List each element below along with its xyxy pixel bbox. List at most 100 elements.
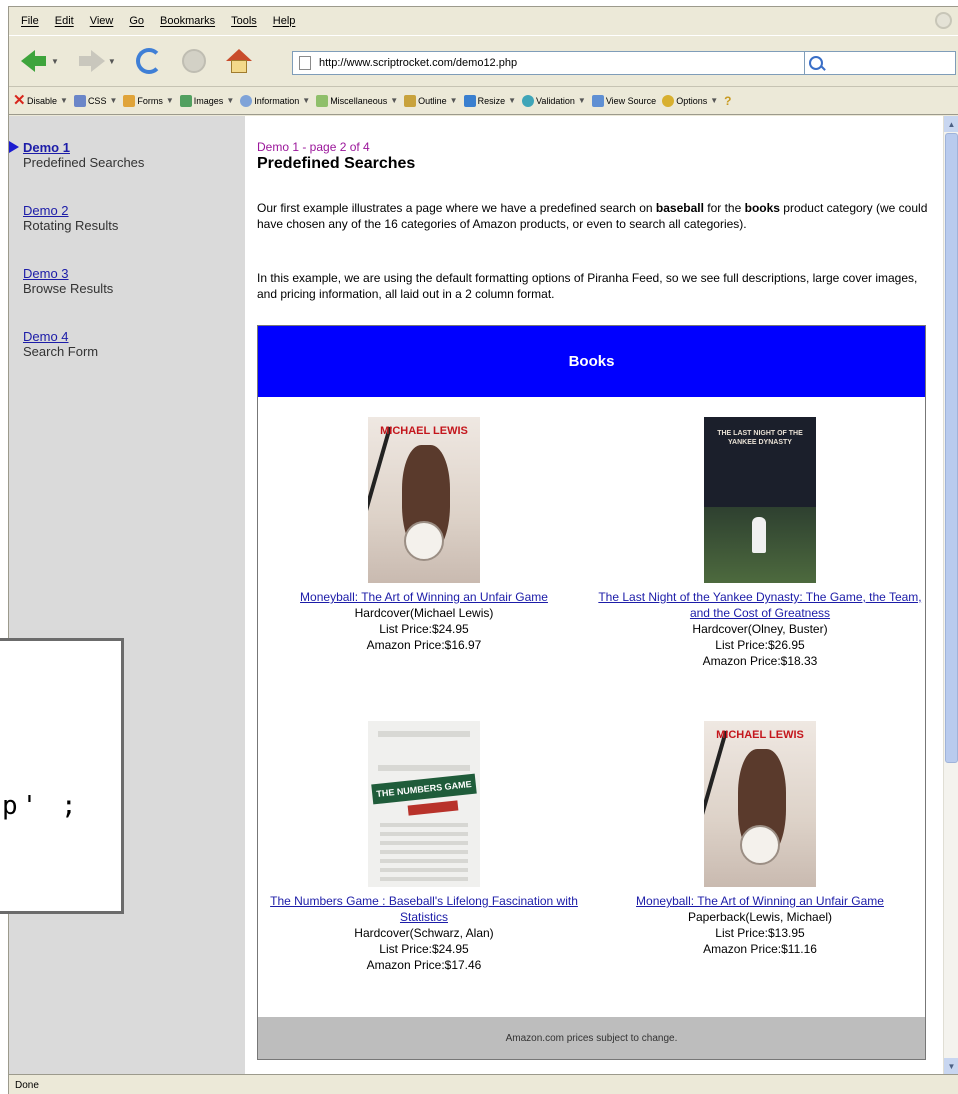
- product-binding: Paperback(Lewis, Michael): [687, 910, 833, 924]
- reload-icon: [135, 48, 162, 74]
- sidebar-item-title[interactable]: Demo 3: [23, 266, 245, 281]
- product-card: THE NUMBERS GAME The Numbers Game : Base…: [258, 721, 590, 973]
- dev-validation-button[interactable]: Validation ▼: [522, 94, 586, 107]
- menu-tools[interactable]: Tools: [223, 15, 265, 27]
- sidebar-item-demo-2[interactable]: Demo 2 Rotating Results: [23, 203, 245, 234]
- product-card: MICHAEL LEWIS Moneyball: The Art of Winn…: [594, 721, 926, 957]
- sidebar-item-desc: Search Form: [23, 344, 99, 359]
- stop-icon: [181, 49, 206, 73]
- product-binding: Hardcover(Olney, Buster): [692, 622, 828, 636]
- home-icon: [225, 49, 252, 73]
- forward-button[interactable]: ▼: [78, 50, 116, 72]
- stop-button[interactable]: [181, 49, 206, 73]
- menu-go[interactable]: Go: [121, 15, 152, 27]
- css-icon: [73, 94, 86, 107]
- sidebar: Demo 1 Predefined Searches Demo 2 Rotati…: [9, 116, 245, 1074]
- product-amazon-price: Amazon Price:$18.33: [702, 654, 818, 668]
- scroll-down-icon[interactable]: ▼: [944, 1058, 958, 1074]
- dev-information-button[interactable]: Information ▼: [240, 94, 310, 107]
- product-title-link[interactable]: The Numbers Game : Baseball's Lifelong F…: [270, 894, 578, 924]
- dev-resize-button[interactable]: Resize ▼: [463, 94, 516, 107]
- scroll-up-icon[interactable]: ▲: [944, 116, 958, 132]
- menu-help[interactable]: Help: [265, 15, 304, 27]
- miscellaneous-icon: [316, 94, 329, 107]
- product-amazon-price: Amazon Price:$16.97: [366, 638, 482, 652]
- menu-bar: File Edit View Go Bookmarks Tools Help: [9, 7, 958, 34]
- dev-view-source-button[interactable]: View Source: [591, 94, 656, 107]
- product-card: MICHAEL LEWIS Moneyball: The Art of Winn…: [258, 417, 590, 653]
- dev-options-button[interactable]: Options ▼: [662, 94, 718, 107]
- product-title-link[interactable]: The Last Night of the Yankee Dynasty: Th…: [598, 590, 921, 620]
- scroll-thumb[interactable]: [945, 133, 958, 763]
- overlay-text: p' ;: [2, 791, 81, 821]
- back-dropdown-icon[interactable]: ▼: [51, 57, 59, 66]
- status-bar: Done: [9, 1074, 958, 1094]
- page-viewport: Demo 1 Predefined Searches Demo 2 Rotati…: [9, 116, 958, 1074]
- format-paragraph: In this example, we are using the defaul…: [257, 271, 918, 301]
- url-text[interactable]: http://www.scriptrocket.com/demo12.php: [319, 57, 517, 69]
- page-icon: [299, 56, 311, 70]
- product-list-price: List Price:$24.95: [379, 942, 469, 956]
- information-icon: [240, 94, 253, 107]
- overlay-box: p' ;: [0, 638, 124, 914]
- book-cover-image[interactable]: THE NUMBERS GAME: [368, 721, 480, 887]
- product-title-link[interactable]: Moneyball: The Art of Winning an Unfair …: [300, 590, 548, 604]
- sidebar-item-title[interactable]: Demo 1: [23, 140, 245, 155]
- sidebar-item-demo-3[interactable]: Demo 3 Browse Results: [23, 266, 245, 297]
- menu-bookmarks[interactable]: Bookmarks: [152, 15, 223, 27]
- throbber-icon: [935, 12, 952, 29]
- intro-paragraph: Our first example illustrates a page whe…: [257, 201, 928, 231]
- menu-view[interactable]: View: [82, 15, 122, 27]
- books-panel: Books MICHAEL LEWIS Moneyball: The Art o…: [257, 325, 926, 1060]
- help-icon: ?: [724, 93, 732, 108]
- status-text: Done: [15, 1079, 39, 1091]
- forward-arrow-icon: [78, 50, 105, 72]
- product-list-price: List Price:$13.95: [715, 926, 805, 940]
- active-marker-icon: [9, 141, 19, 153]
- url-bar[interactable]: http://www.scriptrocket.com/demo12.php ▼: [292, 51, 852, 75]
- dev-disable-button[interactable]: ✕ Disable ▼: [13, 93, 68, 108]
- product-amazon-price: Amazon Price:$11.16: [703, 942, 817, 956]
- menu-file[interactable]: File: [13, 15, 47, 27]
- product-card: THE LAST NIGHT OF THE YANKEE DYNASTY The…: [594, 417, 926, 669]
- dev-miscellaneous-button[interactable]: Miscellaneous ▼: [316, 94, 398, 107]
- navigation-toolbar: ▼ ▼ http://www.scriptrocket.com/demo12.p…: [9, 35, 958, 87]
- book-cover-image[interactable]: THE LAST NIGHT OF THE YANKEE DYNASTY: [704, 417, 816, 583]
- options-icon: [662, 94, 675, 107]
- product-amazon-price: Amazon Price:$17.46: [366, 958, 482, 972]
- back-button[interactable]: ▼: [21, 50, 59, 72]
- dev-outline-button[interactable]: Outline ▼: [404, 94, 458, 107]
- sidebar-item-desc: Rotating Results: [23, 218, 119, 233]
- back-arrow-icon: [21, 50, 46, 72]
- panel-header: Books: [258, 326, 925, 397]
- dev-images-button[interactable]: Images ▼: [179, 94, 234, 107]
- validation-icon: [522, 94, 535, 107]
- forward-dropdown-icon[interactable]: ▼: [108, 57, 116, 66]
- vertical-scrollbar[interactable]: ▲ ▼: [943, 116, 958, 1074]
- page-crumb: Demo 1 - page 2 of 4: [257, 140, 370, 154]
- product-list-price: List Price:$26.95: [715, 638, 805, 652]
- product-binding: Hardcover(Michael Lewis): [354, 606, 494, 620]
- book-cover-image[interactable]: MICHAEL LEWIS: [368, 417, 480, 583]
- page-title: Predefined Searches: [257, 155, 416, 172]
- search-icon[interactable]: [809, 56, 823, 70]
- reload-button[interactable]: [135, 48, 162, 74]
- view-source-icon: [591, 94, 604, 107]
- search-bar[interactable]: [804, 51, 956, 75]
- sidebar-item-title[interactable]: Demo 2: [23, 203, 245, 218]
- sidebar-item-desc: Predefined Searches: [23, 155, 145, 170]
- home-button[interactable]: [225, 49, 252, 73]
- product-binding: Hardcover(Schwarz, Alan): [354, 926, 494, 940]
- sidebar-item-demo-1[interactable]: Demo 1 Predefined Searches: [9, 140, 245, 171]
- web-developer-toolbar: ✕ Disable ▼ CSS ▼ Forms ▼ Images ▼ Informatio…: [9, 87, 958, 115]
- menu-edit[interactable]: Edit: [47, 15, 82, 27]
- sidebar-item-title[interactable]: Demo 4: [23, 329, 245, 344]
- dev-help-button[interactable]: ?: [724, 94, 731, 108]
- sidebar-item-desc: Browse Results: [23, 281, 114, 296]
- product-title-link[interactable]: Moneyball: The Art of Winning an Unfair …: [636, 894, 884, 908]
- dev-forms-button[interactable]: Forms ▼: [123, 94, 174, 107]
- dev-css-button[interactable]: CSS ▼: [73, 94, 117, 107]
- outline-icon: [404, 94, 417, 107]
- book-cover-image[interactable]: MICHAEL LEWIS: [704, 721, 816, 887]
- sidebar-item-demo-4[interactable]: Demo 4 Search Form: [23, 329, 245, 360]
